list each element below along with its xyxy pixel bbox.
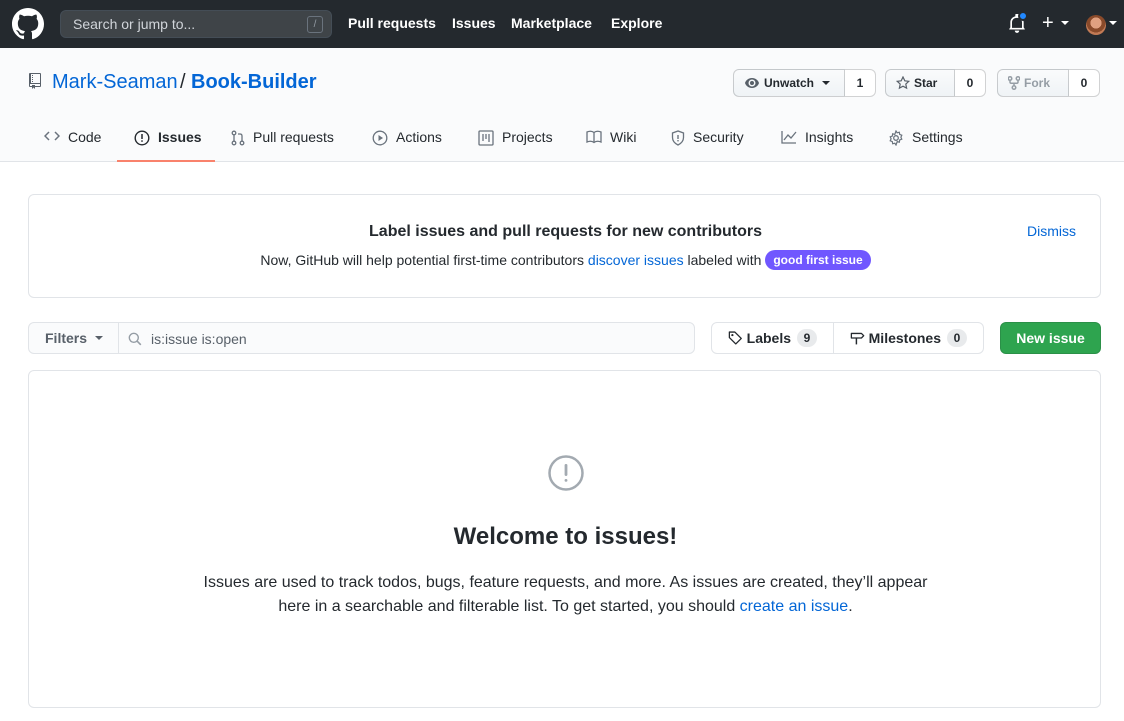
labels-button[interactable]: Labels 9 bbox=[711, 322, 834, 354]
issue-search-input[interactable]: is:issue is:open bbox=[118, 322, 695, 354]
tab-code[interactable]: Code bbox=[44, 122, 101, 162]
labels-milestones-group: Labels 9 Milestones 0 bbox=[711, 322, 984, 354]
banner-text: Now, GitHub will help potential first-ti… bbox=[29, 250, 1102, 270]
shield-icon bbox=[671, 130, 685, 146]
tab-issues-label: Issues bbox=[158, 129, 202, 145]
search-placeholder: Search or jump to... bbox=[73, 16, 196, 32]
repo-owner-link[interactable]: Mark-Seaman bbox=[52, 71, 178, 94]
tab-pull-requests-label: Pull requests bbox=[253, 129, 334, 145]
milestones-button[interactable]: Milestones 0 bbox=[834, 322, 984, 354]
milestones-count: 0 bbox=[947, 329, 967, 347]
tab-actions[interactable]: Actions bbox=[372, 122, 442, 162]
filters-dropdown[interactable]: Filters bbox=[28, 322, 119, 354]
issue-search-query: is:issue is:open bbox=[151, 331, 247, 347]
nav-issues[interactable]: Issues bbox=[452, 15, 496, 31]
watch-count[interactable]: 1 bbox=[845, 69, 876, 97]
nav-explore[interactable]: Explore bbox=[611, 15, 662, 31]
tab-security-label: Security bbox=[693, 129, 744, 145]
tab-insights[interactable]: Insights bbox=[781, 122, 853, 162]
milestone-icon bbox=[850, 332, 865, 345]
tab-security[interactable]: Security bbox=[671, 122, 744, 162]
fork-button-group: Fork 0 bbox=[997, 69, 1100, 97]
git-pull-request-icon bbox=[231, 130, 245, 146]
star-label: Star bbox=[914, 76, 938, 90]
search-input[interactable]: Search or jump to... / bbox=[60, 10, 332, 38]
plus-icon[interactable]: + bbox=[1042, 12, 1054, 34]
labels-count: 9 bbox=[797, 329, 817, 347]
blankslate-title: Welcome to issues! bbox=[453, 523, 678, 550]
labels-label: Labels bbox=[746, 330, 791, 346]
unwatch-button[interactable]: Unwatch bbox=[733, 69, 845, 97]
tab-settings[interactable]: Settings bbox=[888, 122, 963, 162]
dismiss-button[interactable]: Dismiss bbox=[1027, 223, 1076, 239]
notification-indicator bbox=[1018, 11, 1028, 21]
fork-count[interactable]: 0 bbox=[1069, 69, 1100, 97]
chevron-down-icon[interactable] bbox=[1109, 21, 1117, 25]
tab-wiki-label: Wiki bbox=[610, 129, 637, 145]
chevron-down-icon[interactable] bbox=[1061, 21, 1069, 25]
eye-icon bbox=[745, 78, 759, 88]
star-button[interactable]: Star bbox=[885, 69, 955, 97]
star-button-group: Star 0 bbox=[885, 69, 986, 97]
blankslate-text: Issues are used to track todos, bugs, fe… bbox=[189, 571, 942, 619]
watch-button-group: Unwatch 1 bbox=[733, 69, 876, 97]
chevron-down-icon bbox=[822, 81, 831, 85]
banner-text-start: Now, GitHub will help potential first-ti… bbox=[260, 252, 588, 268]
tag-icon bbox=[728, 331, 742, 345]
gear-icon bbox=[889, 130, 903, 146]
repo-name-link[interactable]: Book-Builder bbox=[191, 71, 317, 94]
fork-label: Fork bbox=[1024, 76, 1051, 90]
tab-pull-requests[interactable]: Pull requests bbox=[231, 122, 334, 162]
tab-actions-label: Actions bbox=[396, 129, 442, 145]
nav-pull-requests[interactable]: Pull requests bbox=[348, 15, 436, 31]
blankslate-text-end: . bbox=[848, 598, 853, 615]
new-issue-button[interactable]: New issue bbox=[1000, 322, 1101, 354]
avatar[interactable] bbox=[1086, 15, 1106, 35]
search-icon bbox=[128, 332, 142, 346]
global-header: Search or jump to... / Pull requests Iss… bbox=[0, 0, 1124, 48]
tab-code-label: Code bbox=[68, 129, 102, 145]
fork-button[interactable]: Fork bbox=[997, 69, 1069, 97]
tab-issues[interactable]: Issues bbox=[117, 122, 215, 162]
tab-insights-label: Insights bbox=[805, 129, 854, 145]
tab-projects-label: Projects bbox=[502, 129, 553, 145]
issues-blankslate: Welcome to issues! Issues are used to tr… bbox=[28, 370, 1101, 708]
issue-opened-icon bbox=[134, 130, 150, 146]
book-icon bbox=[586, 130, 602, 144]
play-icon bbox=[372, 130, 388, 146]
graph-icon bbox=[781, 131, 797, 144]
project-icon bbox=[478, 130, 494, 146]
milestones-label: Milestones bbox=[868, 330, 941, 346]
unwatch-label: Unwatch bbox=[764, 76, 815, 90]
chevron-down-icon bbox=[95, 336, 104, 340]
repo-path-separator: / bbox=[180, 71, 186, 93]
tab-projects[interactable]: Projects bbox=[478, 122, 553, 162]
repo-icon bbox=[29, 73, 41, 89]
good-first-issue-label[interactable]: good first issue bbox=[765, 250, 871, 270]
star-count[interactable]: 0 bbox=[955, 69, 986, 97]
nav-marketplace[interactable]: Marketplace bbox=[511, 15, 592, 31]
banner-text-middle: labeled with bbox=[683, 252, 766, 268]
banner-title: Label issues and pull requests for new c… bbox=[369, 223, 762, 240]
discover-issues-link[interactable]: discover issues bbox=[588, 252, 684, 268]
filters-label: Filters bbox=[45, 330, 88, 346]
tab-settings-label: Settings bbox=[912, 129, 963, 145]
new-contributors-banner: Label issues and pull requests for new c… bbox=[28, 194, 1101, 298]
github-logo-icon[interactable] bbox=[12, 8, 44, 40]
star-icon bbox=[896, 76, 910, 90]
issue-opened-icon bbox=[548, 455, 584, 491]
search-shortcut-hint: / bbox=[307, 16, 323, 33]
tab-wiki[interactable]: Wiki bbox=[586, 122, 636, 162]
create-issue-link[interactable]: create an issue bbox=[740, 598, 849, 615]
code-icon bbox=[44, 131, 60, 141]
repo-forked-icon bbox=[1008, 76, 1020, 90]
